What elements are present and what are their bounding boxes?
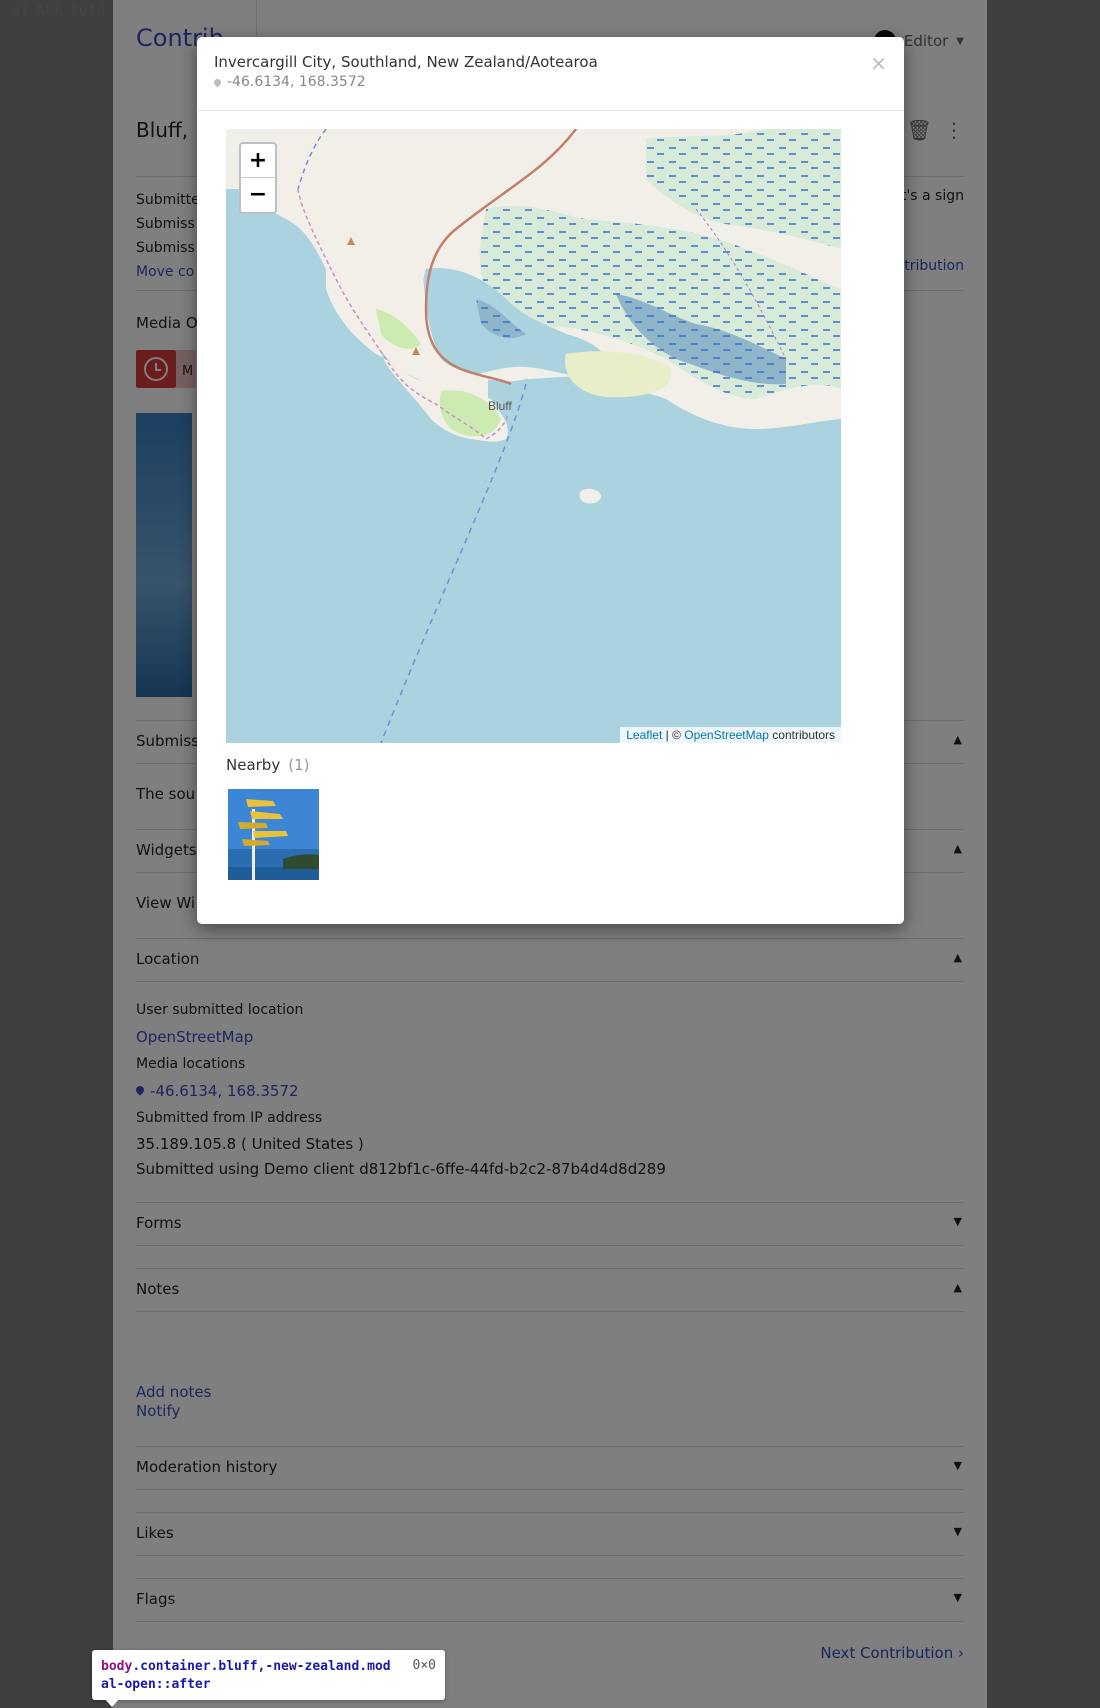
nearby-heading: Nearby (1)	[226, 756, 309, 774]
leaflet-link[interactable]: Leaflet	[626, 728, 662, 742]
openstreetmap-attribution-link[interactable]: OpenStreetMap	[684, 728, 769, 742]
attribution-separator: | ©	[662, 728, 685, 742]
map-attribution: Leaflet | © OpenStreetMap contributors	[620, 727, 841, 743]
coordinates-text: -46.6134, 168.3572	[227, 74, 366, 90]
location-map[interactable]: Bluff + − Leaflet | © OpenStreetMap cont…	[226, 129, 841, 743]
zoom-in-button[interactable]: +	[241, 144, 275, 177]
tooltip-arrow	[104, 1698, 120, 1707]
modal-header: Invercargill City, Southland, New Zealan…	[197, 37, 904, 111]
tooltip-selector-class: .container.bluff,-new-zealand.modal-open…	[101, 1659, 391, 1692]
map-place-label: Bluff	[488, 399, 512, 413]
zoom-out-button[interactable]: −	[241, 177, 275, 211]
modal-title: Invercargill City, Southland, New Zealan…	[214, 53, 598, 71]
nearby-media-thumbnail[interactable]	[228, 789, 319, 880]
nearby-count: (1)	[288, 756, 310, 774]
close-icon[interactable]: ×	[870, 51, 887, 75]
island	[579, 488, 602, 504]
nearby-label: Nearby	[226, 756, 281, 774]
tooltip-size: 0×0	[412, 1658, 436, 1673]
tooltip-selector: body.container.bluff,-new-zealand.modal-…	[101, 1658, 391, 1694]
map-tiles	[226, 129, 841, 743]
signpost-photo	[228, 789, 319, 880]
location-modal: Invercargill City, Southland, New Zealan…	[197, 37, 904, 924]
map-marker-icon	[212, 77, 223, 87]
modal-coordinates: -46.6134, 168.3572	[212, 74, 366, 90]
tooltip-selector-tag: body	[101, 1659, 133, 1674]
attribution-suffix: contributors	[768, 728, 835, 742]
zoom-control: + −	[239, 142, 277, 214]
devtools-element-tooltip: body.container.bluff,-new-zealand.modal-…	[92, 1650, 445, 1707]
